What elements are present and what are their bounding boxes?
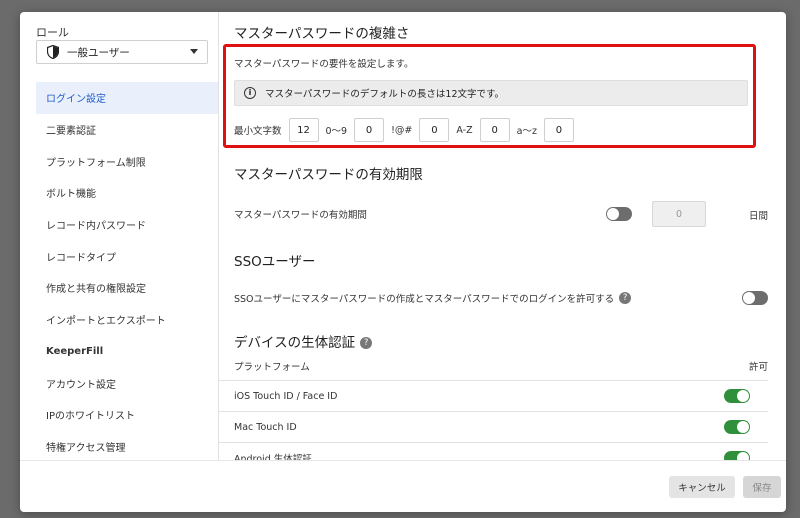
biometric-row-mac: Mac Touch ID bbox=[219, 411, 768, 442]
role-select[interactable]: 一般ユーザー bbox=[36, 40, 208, 64]
digits-label: 0〜9 bbox=[325, 126, 348, 137]
biometric-row-ios: iOS Touch ID / Face ID bbox=[219, 380, 768, 411]
sidebar-item-privileged-access[interactable]: 特権アクセス管理 bbox=[36, 431, 218, 463]
uppercase-input[interactable]: 0 bbox=[479, 118, 510, 142]
help-icon[interactable]: ? bbox=[619, 292, 632, 304]
role-label: ロール bbox=[36, 26, 69, 39]
expiration-row: マスターパスワードの有効期間 0 日間 bbox=[234, 201, 768, 227]
dialog-footer: キャンセル 保存 bbox=[20, 460, 786, 512]
sidebar-item-account-settings[interactable]: アカウント設定 bbox=[36, 367, 218, 399]
help-icon[interactable]: ? bbox=[360, 337, 373, 349]
sso-toggle[interactable] bbox=[742, 291, 768, 305]
biometrics-title-wrap: デバイスの生体認証? bbox=[234, 331, 373, 351]
expiration-unit-label: 日間 bbox=[748, 211, 768, 222]
expiration-days-input[interactable]: 0 bbox=[652, 201, 706, 227]
shield-icon bbox=[47, 45, 59, 59]
cancel-button[interactable]: キャンセル bbox=[669, 476, 735, 498]
info-banner: i マスターパスワードのデフォルトの長さは12文字です。 bbox=[234, 80, 748, 106]
lowercase-input[interactable]: 0 bbox=[543, 118, 574, 142]
biometric-label: iOS Touch ID / Face ID bbox=[234, 390, 338, 402]
biometric-row-android: Android 生体認証 bbox=[219, 442, 768, 460]
sso-label: SSOユーザーにマスターパスワードの作成とマスターパスワードでのログインを許可す… bbox=[234, 294, 615, 305]
expiration-title: マスターパスワードの有効期限 bbox=[234, 167, 423, 183]
info-text: マスターパスワードのデフォルトの長さは12文字です。 bbox=[265, 89, 505, 100]
biometric-label: Mac Touch ID bbox=[234, 421, 297, 433]
complexity-title: マスターパスワードの複雑さ bbox=[234, 26, 410, 42]
biometrics-title: デバイスの生体認証 bbox=[234, 335, 356, 351]
sidebar-item-login-settings[interactable]: ログイン設定 bbox=[36, 82, 218, 114]
sidebar-item-record-passwords[interactable]: レコード内パスワード bbox=[36, 209, 218, 241]
min-length-label: 最小文字数 bbox=[234, 126, 282, 137]
role-select-value: 一般ユーザー bbox=[67, 46, 130, 59]
expiration-toggle[interactable] bbox=[606, 207, 632, 221]
complexity-description: マスターパスワードの要件を設定します。 bbox=[234, 59, 414, 70]
sidebar-item-import-export[interactable]: インポートとエクスポート bbox=[36, 304, 218, 336]
settings-sidebar: ロール 一般ユーザー ログイン設定 二要素認証 プラットフォーム制限 ボルト機能… bbox=[20, 12, 219, 460]
allow-column-header: 許可 bbox=[748, 362, 768, 373]
symbols-input[interactable]: 0 bbox=[419, 118, 450, 142]
min-length-input[interactable]: 12 bbox=[288, 118, 319, 142]
complexity-requirements-row: 最小文字数 12 0〜9 0 !@# 0 A-Z 0 a〜z 0 bbox=[234, 118, 578, 142]
settings-main: マスターパスワードの複雑さ マスターパスワードの要件を設定します。 i マスター… bbox=[219, 12, 786, 460]
sidebar-item-sharing-permissions[interactable]: 作成と共有の権限設定 bbox=[36, 272, 218, 304]
symbols-label: !@# bbox=[391, 124, 413, 136]
biometric-label: Android 生体認証 bbox=[234, 454, 312, 460]
sso-title: SSOユーザー bbox=[234, 254, 316, 270]
chevron-down-icon bbox=[190, 49, 198, 54]
sidebar-item-keeperfill[interactable]: KeeperFill bbox=[36, 336, 218, 368]
save-button[interactable]: 保存 bbox=[743, 476, 781, 498]
sidebar-item-two-factor[interactable]: 二要素認証 bbox=[36, 114, 218, 146]
sidebar-item-ip-whitelist[interactable]: IPのホワイトリスト bbox=[36, 399, 218, 431]
uppercase-label: A-Z bbox=[456, 124, 473, 136]
platform-column-header: プラットフォーム bbox=[234, 362, 310, 373]
role-settings-dialog: ロール 一般ユーザー ログイン設定 二要素認証 プラットフォーム制限 ボルト機能… bbox=[20, 12, 786, 512]
sidebar-item-record-types[interactable]: レコードタイプ bbox=[36, 240, 218, 272]
sidebar-item-platform-restrictions[interactable]: プラットフォーム制限 bbox=[36, 145, 218, 177]
sidebar-nav: ログイン設定 二要素認証 プラットフォーム制限 ボルト機能 レコード内パスワード… bbox=[36, 82, 218, 462]
biometric-toggle-android[interactable] bbox=[724, 451, 750, 460]
lowercase-label: a〜z bbox=[516, 126, 537, 137]
expiration-label: マスターパスワードの有効期間 bbox=[234, 210, 367, 221]
biometrics-header: プラットフォーム 許可 bbox=[234, 359, 768, 373]
digits-input[interactable]: 0 bbox=[354, 118, 385, 142]
biometric-toggle-mac[interactable] bbox=[724, 420, 750, 434]
info-icon: i bbox=[244, 87, 256, 99]
sso-row: SSOユーザーにマスターパスワードの作成とマスターパスワードでのログインを許可す… bbox=[234, 290, 768, 306]
biometric-toggle-ios[interactable] bbox=[724, 389, 750, 403]
sidebar-item-vault-features[interactable]: ボルト機能 bbox=[36, 177, 218, 209]
